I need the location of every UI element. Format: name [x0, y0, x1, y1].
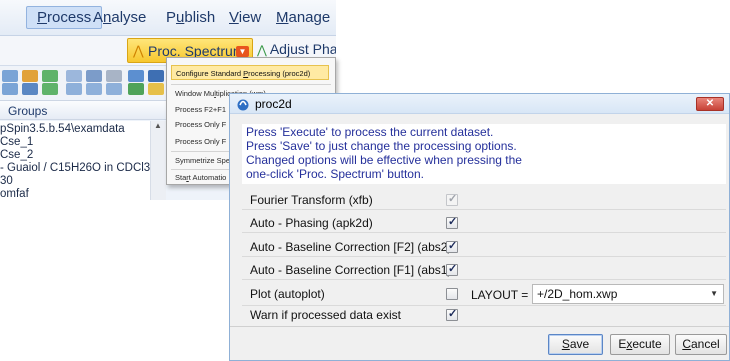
- info-line: Press 'Save' to just change the processi…: [246, 139, 517, 153]
- menu-view[interactable]: View: [229, 9, 261, 26]
- toolbar-icon[interactable]: [22, 70, 38, 82]
- row-divider: [242, 209, 726, 210]
- option-label-plot: Plot (autoplot): [250, 287, 325, 301]
- menu-item-configure-standard-processing[interactable]: Configure Standard Processing (proc2d): [171, 65, 329, 80]
- toolbar-icon[interactable]: [2, 70, 18, 82]
- checkbox-baseline-f1[interactable]: ✓: [446, 263, 458, 276]
- toolbar-icon[interactable]: [2, 83, 18, 95]
- checkbox-fourier-transform: ✓: [446, 193, 458, 206]
- row-divider: [242, 305, 726, 306]
- checkbox-baseline-f2[interactable]: ✓: [446, 240, 458, 253]
- toolbar-icon[interactable]: [106, 83, 122, 95]
- dialog-footer-divider: [230, 326, 729, 327]
- tree-item[interactable]: Cse_1: [0, 136, 33, 150]
- groups-label: Groups: [8, 104, 48, 118]
- menu-manage[interactable]: Manage: [276, 9, 330, 26]
- menu-item-symmetrize[interactable]: Symmetrize Spe: [171, 153, 230, 168]
- tree-item[interactable]: - Guaiol / C15H26O in CDCl3: [0, 162, 150, 176]
- menu-publish[interactable]: Publish: [166, 9, 215, 26]
- info-line: Press 'Execute' to process the current d…: [246, 125, 494, 139]
- menu-process[interactable]: Process: [26, 6, 103, 29]
- option-label-fourier-transform: Fourier Transform (xfb): [250, 193, 373, 207]
- toolbar-icon[interactable]: [22, 83, 38, 95]
- toolbar-icon[interactable]: [106, 70, 122, 82]
- option-label-baseline-f2: Auto - Baseline Correction [F2] (abs2): [250, 240, 452, 254]
- menu-analyse[interactable]: Analyse: [93, 9, 146, 26]
- spectrum-icon: ⋀: [133, 43, 144, 58]
- cancel-button[interactable]: Cancel: [675, 334, 727, 355]
- row-divider: [242, 279, 726, 280]
- data-browser-tree: pSpin3.5.b.54\examdata Cse_1 Cse_2 - Gua…: [0, 121, 150, 200]
- chevron-down-icon[interactable]: ▼: [710, 289, 718, 298]
- toolbar-icon[interactable]: [66, 83, 82, 95]
- option-label-auto-phasing: Auto - Phasing (apk2d): [250, 216, 373, 230]
- toolbar-icon[interactable]: [42, 83, 58, 95]
- row-divider: [242, 232, 726, 233]
- checkmark-icon: ✓: [448, 193, 458, 205]
- topspin-app-icon: [237, 99, 249, 111]
- phase-icon: ⋀: [257, 43, 267, 57]
- menu-divider: [171, 84, 331, 85]
- close-icon[interactable]: ✕: [696, 97, 724, 111]
- dialog-title-bar[interactable]: proc2d ✕: [230, 94, 729, 114]
- menu-item-process-only-f2[interactable]: Process Only F: [171, 117, 226, 132]
- info-message: Press 'Execute' to process the current d…: [242, 124, 726, 184]
- toolbar-icon[interactable]: [148, 70, 164, 82]
- checkmark-icon: ✓: [448, 308, 458, 320]
- toolbar-icon[interactable]: [66, 70, 82, 82]
- checkbox-plot[interactable]: [446, 288, 458, 300]
- dialog-title: proc2d: [255, 97, 292, 111]
- proc2d-dialog: proc2d ✕ Press 'Execute' to process the …: [229, 93, 730, 361]
- menu-item-process-f2-f1[interactable]: Process F2+F1: [171, 102, 226, 117]
- toolbar-icon[interactable]: [128, 70, 144, 82]
- toolbar-icon[interactable]: [42, 70, 58, 82]
- layout-value: +/2D_hom.xwp: [537, 287, 618, 301]
- toolbar: [0, 67, 166, 97]
- tree-item[interactable]: omfaf: [0, 188, 29, 200]
- option-label-baseline-f1: Auto - Baseline Correction [F1] (abs1): [250, 263, 452, 277]
- groups-header: Groups: [0, 100, 166, 120]
- checkbox-warn-processed[interactable]: ✓: [446, 308, 458, 321]
- info-line: one-click 'Proc. Spectrum' button.: [246, 167, 424, 181]
- menu-item-start-automation[interactable]: Start Automatio: [171, 170, 226, 184]
- toolbar-icon[interactable]: [128, 83, 144, 95]
- option-label-warn-processed: Warn if processed data exist: [250, 308, 401, 322]
- layout-select[interactable]: +/2D_hom.xwp ▼: [532, 284, 724, 304]
- toolbar-icon[interactable]: [86, 83, 102, 95]
- adjust-phase-label: Adjust Pha: [269, 41, 336, 57]
- toolbar-icon[interactable]: [148, 83, 164, 95]
- chevron-down-icon[interactable]: ▼: [236, 46, 249, 57]
- tree-scrollbar[interactable]: ▲: [150, 121, 166, 200]
- menu-item-process-only-f1[interactable]: Process Only F: [171, 134, 226, 149]
- layout-label: LAYOUT =: [471, 288, 529, 302]
- menu-bar: Process Analyse Publish View Manage: [0, 0, 336, 36]
- tree-item[interactable]: pSpin3.5.b.54\examdata: [0, 123, 125, 137]
- row-divider: [242, 256, 726, 257]
- info-line: Changed options will be effective when p…: [246, 153, 522, 167]
- checkbox-auto-phasing[interactable]: ✓: [446, 216, 458, 229]
- chevron-up-icon[interactable]: ▲: [154, 121, 162, 130]
- tree-item[interactable]: Cse_2: [0, 149, 33, 163]
- save-button[interactable]: Save: [548, 334, 603, 355]
- checkmark-icon: ✓: [448, 240, 458, 252]
- tree-item[interactable]: 30: [0, 175, 13, 189]
- checkmark-icon: ✓: [448, 263, 458, 275]
- checkmark-icon: ✓: [448, 216, 458, 228]
- toolbar-icon[interactable]: [86, 70, 102, 82]
- execute-button[interactable]: Execute: [610, 334, 670, 355]
